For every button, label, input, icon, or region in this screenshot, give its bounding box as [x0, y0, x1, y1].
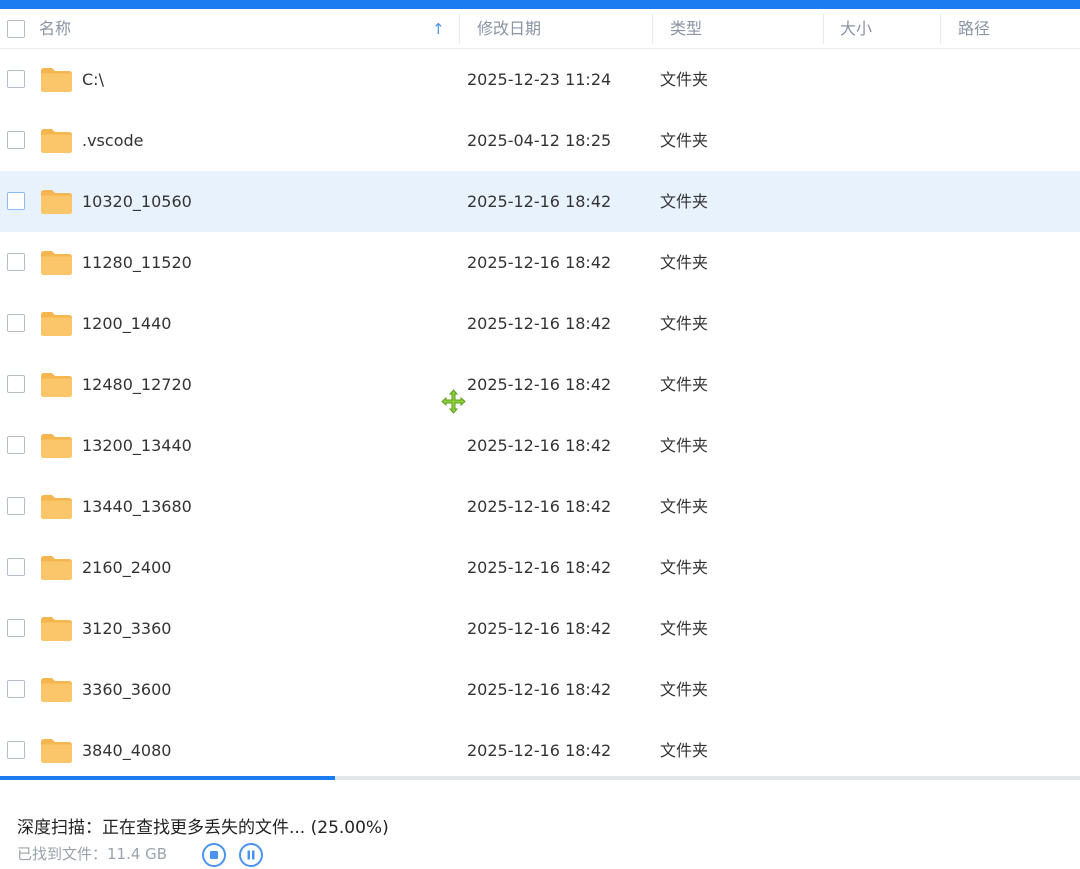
- folder-icon: [41, 739, 72, 763]
- file-name: 13200_13440: [82, 436, 192, 455]
- file-row[interactable]: 3120_3360 2025-12-16 18:42 文件夹: [0, 598, 1080, 659]
- file-name: 3360_3600: [82, 680, 172, 699]
- modified-date: 2025-12-16 18:42: [467, 375, 612, 394]
- file-row[interactable]: C:\ 2025-12-23 11:24 文件夹: [0, 49, 1080, 110]
- file-type: 文件夹: [660, 680, 709, 699]
- row-checkbox[interactable]: [7, 741, 25, 759]
- column-header-modified[interactable]: 修改日期: [477, 9, 541, 49]
- row-checkbox[interactable]: [7, 436, 25, 454]
- row-checkbox[interactable]: [7, 70, 25, 88]
- found-files-text: 已找到文件：11.4 GB: [17, 845, 168, 863]
- file-row[interactable]: 10320_10560 2025-12-16 18:42 文件夹: [0, 171, 1080, 232]
- top-accent-bar: [0, 0, 1080, 9]
- column-header: 名称 ↑ 修改日期 类型 大小 路径: [0, 9, 1080, 49]
- folder-icon: [41, 190, 72, 214]
- select-all-checkbox[interactable]: [7, 20, 25, 38]
- folder-icon: [41, 617, 72, 641]
- modified-date: 2025-12-16 18:42: [467, 192, 612, 211]
- row-checkbox[interactable]: [7, 680, 25, 698]
- file-type: 文件夹: [660, 314, 709, 333]
- modified-date: 2025-12-16 18:42: [467, 253, 612, 272]
- file-type: 文件夹: [660, 558, 709, 577]
- file-name: C:\: [82, 70, 104, 89]
- modified-date: 2025-12-16 18:42: [467, 741, 612, 760]
- file-row[interactable]: 11280_11520 2025-12-16 18:42 文件夹: [0, 232, 1080, 293]
- stop-scan-button[interactable]: [202, 843, 226, 867]
- file-row[interactable]: 2160_2400 2025-12-16 18:42 文件夹: [0, 537, 1080, 598]
- column-divider[interactable]: [823, 14, 824, 44]
- column-header-path[interactable]: 路径: [958, 9, 990, 49]
- file-type: 文件夹: [660, 253, 709, 272]
- modified-date: 2025-12-16 18:42: [467, 558, 612, 577]
- row-checkbox[interactable]: [7, 192, 25, 210]
- folder-icon: [41, 129, 72, 153]
- file-type: 文件夹: [660, 131, 709, 150]
- folder-icon: [41, 373, 72, 397]
- file-row[interactable]: .vscode 2025-04-12 18:25 文件夹: [0, 110, 1080, 171]
- row-checkbox[interactable]: [7, 253, 25, 271]
- file-type: 文件夹: [660, 619, 709, 638]
- row-checkbox[interactable]: [7, 375, 25, 393]
- column-divider[interactable]: [940, 14, 941, 44]
- file-name: 3120_3360: [82, 619, 172, 638]
- file-type: 文件夹: [660, 375, 709, 394]
- file-type: 文件夹: [660, 436, 709, 455]
- column-divider[interactable]: [652, 14, 653, 44]
- scan-status-text: 深度扫描：正在查找更多丢失的文件... (25.00%): [17, 818, 389, 838]
- file-name: 10320_10560: [82, 192, 192, 211]
- modified-date: 2025-12-16 18:42: [467, 314, 612, 333]
- file-name: 1200_1440: [82, 314, 172, 333]
- file-type: 文件夹: [660, 741, 709, 760]
- column-header-name[interactable]: 名称: [39, 9, 71, 49]
- folder-icon: [41, 556, 72, 580]
- modified-date: 2025-12-16 18:42: [467, 497, 612, 516]
- file-row[interactable]: 12480_12720 2025-12-16 18:42 文件夹: [0, 354, 1080, 415]
- scan-progress-fill: [0, 776, 336, 780]
- sort-ascending-icon[interactable]: ↑: [432, 9, 445, 49]
- file-type: 文件夹: [660, 497, 709, 516]
- file-type: 文件夹: [660, 192, 709, 211]
- folder-icon: [41, 68, 72, 92]
- row-checkbox[interactable]: [7, 314, 25, 332]
- file-name: .vscode: [82, 131, 144, 150]
- modified-date: 2025-12-16 18:42: [467, 619, 612, 638]
- file-type: 文件夹: [660, 70, 709, 89]
- column-header-type[interactable]: 类型: [670, 9, 702, 49]
- file-name: 11280_11520: [82, 253, 192, 272]
- column-header-size[interactable]: 大小: [840, 9, 872, 49]
- modified-date: 2025-12-16 18:42: [467, 436, 612, 455]
- file-name: 12480_12720: [82, 375, 192, 394]
- file-name: 3840_4080: [82, 741, 172, 760]
- row-checkbox[interactable]: [7, 497, 25, 515]
- scan-progress-bar: [0, 776, 1080, 780]
- folder-icon: [41, 678, 72, 702]
- move-cursor-icon: [441, 389, 466, 414]
- file-name: 2160_2400: [82, 558, 172, 577]
- folder-icon: [41, 312, 72, 336]
- column-divider[interactable]: [459, 14, 460, 44]
- modified-date: 2025-12-16 18:42: [467, 680, 612, 699]
- modified-date: 2025-12-23 11:24: [467, 70, 612, 89]
- row-checkbox[interactable]: [7, 619, 25, 637]
- file-row[interactable]: 1200_1440 2025-12-16 18:42 文件夹: [0, 293, 1080, 354]
- modified-date: 2025-04-12 18:25: [467, 131, 612, 150]
- folder-icon: [41, 495, 72, 519]
- file-row[interactable]: 13440_13680 2025-12-16 18:42 文件夹: [0, 476, 1080, 537]
- folder-icon: [41, 434, 72, 458]
- file-name: 13440_13680: [82, 497, 192, 516]
- pause-icon: [247, 850, 255, 860]
- file-row[interactable]: 3840_4080 2025-12-16 18:42 文件夹: [0, 720, 1080, 781]
- file-row[interactable]: 3360_3600 2025-12-16 18:42 文件夹: [0, 659, 1080, 720]
- row-checkbox[interactable]: [7, 131, 25, 149]
- row-checkbox[interactable]: [7, 558, 25, 576]
- file-row[interactable]: 13200_13440 2025-12-16 18:42 文件夹: [0, 415, 1080, 476]
- pause-scan-button[interactable]: [239, 843, 263, 867]
- stop-icon: [210, 851, 218, 859]
- folder-icon: [41, 251, 72, 275]
